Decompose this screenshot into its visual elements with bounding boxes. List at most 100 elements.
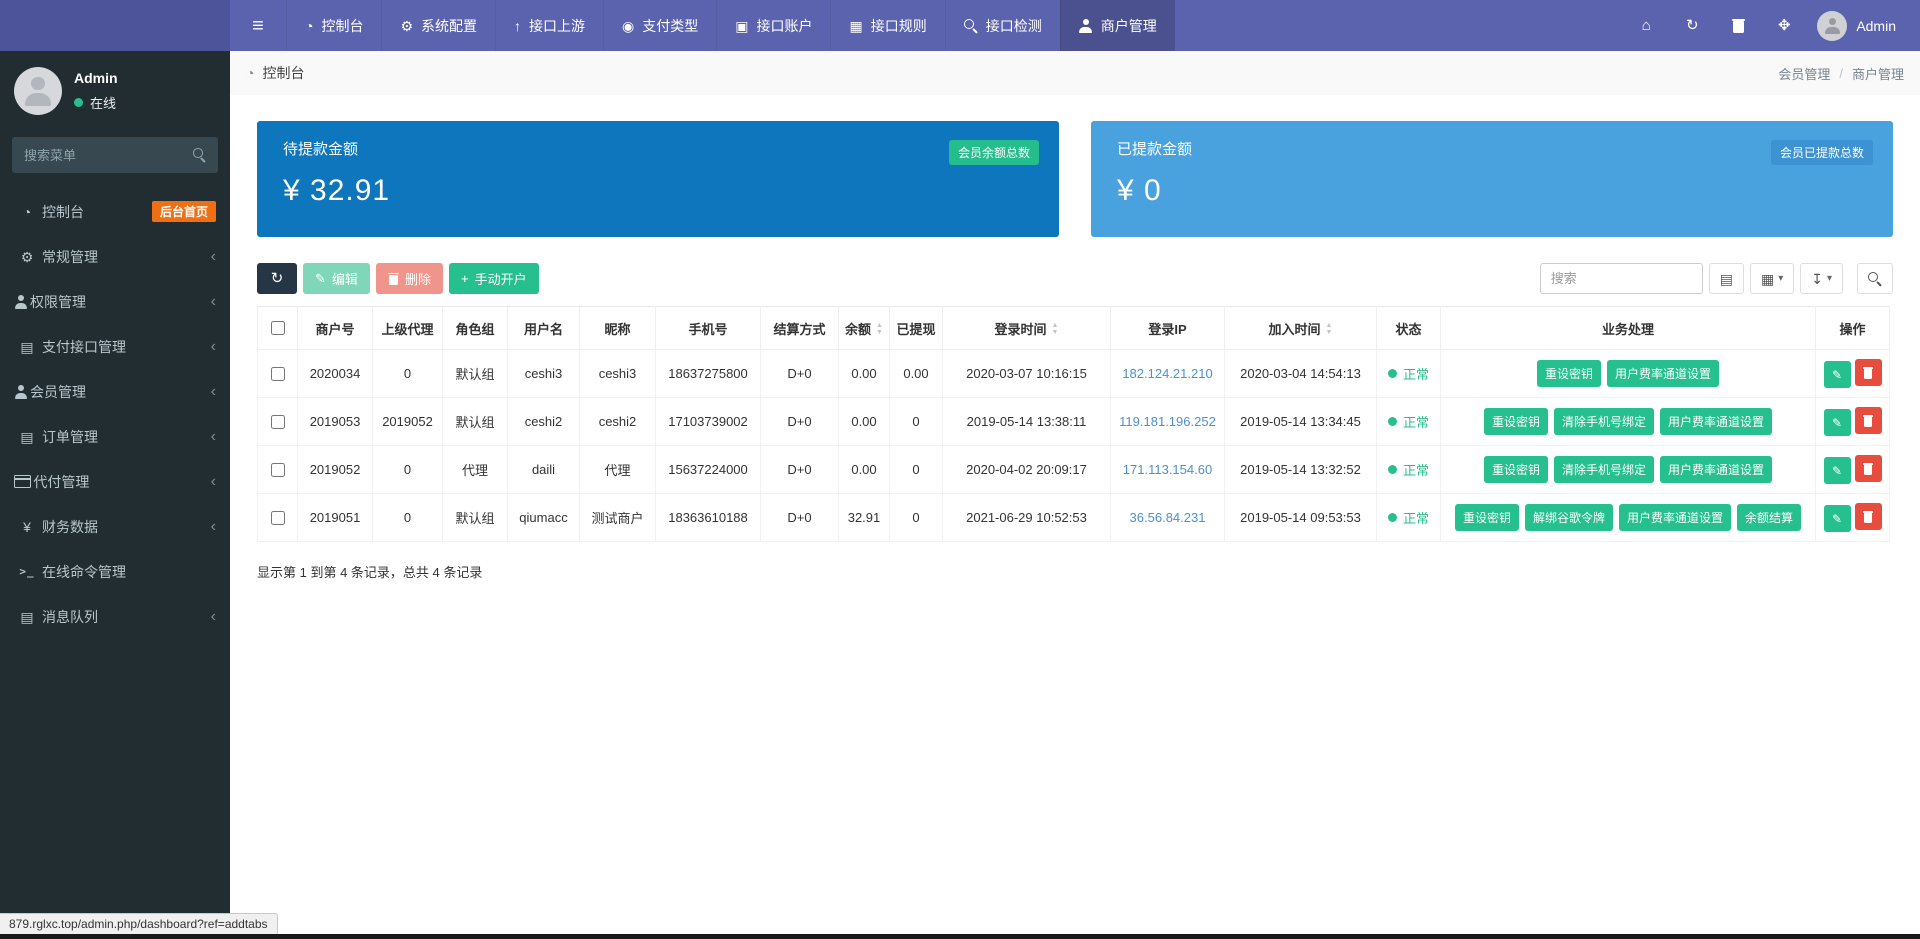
sidebar-item-9[interactable]: >_在线命令管理 bbox=[0, 549, 230, 594]
export-button[interactable]: ↧▾ bbox=[1800, 263, 1843, 294]
biz-action-button[interactable]: 清除手机号绑定 bbox=[1554, 456, 1654, 483]
row-checkbox[interactable] bbox=[271, 463, 285, 477]
biz-action-button[interactable]: 重设密钥 bbox=[1455, 504, 1519, 531]
edit-button[interactable]: ✎编辑 bbox=[303, 263, 370, 294]
edit-row-button[interactable]: ✎ bbox=[1824, 505, 1851, 532]
login-ip-link[interactable]: 171.113.154.60 bbox=[1123, 462, 1212, 477]
nav-tab-7[interactable]: 接口检测 bbox=[945, 0, 1060, 51]
sidebar-item-label: 常规管理 bbox=[42, 247, 211, 267]
biz-action-button[interactable]: 用户费率通道设置 bbox=[1619, 504, 1731, 531]
columns-button[interactable]: ▦▾ bbox=[1750, 263, 1794, 294]
edit-row-button[interactable]: ✎ bbox=[1824, 361, 1851, 388]
cell-check bbox=[258, 446, 298, 494]
toolbar-left: ↻ ✎编辑 删除 +手动开户 bbox=[257, 263, 539, 294]
cell-role_group: 默认组 bbox=[443, 494, 508, 542]
fullscreen-button[interactable]: ✥ bbox=[1761, 0, 1807, 51]
dashboard-icon: ◔ bbox=[246, 66, 254, 80]
orders-icon: ▤ bbox=[14, 430, 40, 444]
table-row: 20190520代理daili代理15637224000D+00.0002020… bbox=[258, 446, 1890, 494]
breadcrumb-separator: / bbox=[1839, 66, 1843, 81]
col-header-phone: 手机号 bbox=[656, 307, 761, 350]
select-all-checkbox[interactable] bbox=[271, 321, 285, 335]
sidebar-item-8[interactable]: ¥财务数据‹ bbox=[0, 504, 230, 549]
nav-tab-8[interactable]: 商户管理 bbox=[1060, 0, 1175, 51]
col-header-balance[interactable]: 余额▲▼ bbox=[839, 307, 890, 350]
delete-row-button[interactable] bbox=[1855, 359, 1882, 386]
edit-row-button[interactable]: ✎ bbox=[1824, 409, 1851, 436]
biz-action-button[interactable]: 清除手机号绑定 bbox=[1554, 408, 1654, 435]
sidebar-item-2[interactable]: ⚙常规管理‹ bbox=[0, 234, 230, 279]
login-ip-link[interactable]: 182.124.21.210 bbox=[1122, 366, 1212, 381]
biz-action-button[interactable]: 解绑谷歌令牌 bbox=[1525, 504, 1613, 531]
toggle-view-button[interactable]: ▤ bbox=[1709, 263, 1744, 294]
cell-status: 正常 bbox=[1377, 494, 1441, 542]
status-dot-icon bbox=[1388, 513, 1397, 522]
biz-action-button[interactable]: 用户费率通道设置 bbox=[1660, 456, 1772, 483]
biz-action-button[interactable]: 用户费率通道设置 bbox=[1660, 408, 1772, 435]
avatar bbox=[14, 67, 62, 115]
refresh-button[interactable]: ↻ bbox=[257, 263, 297, 294]
stat-card-value: ¥ 32.91 bbox=[283, 174, 1033, 208]
admin-app: ≡ ◔控制台⚙系统配置↑接口上游◉支付类型▣接口账户▦接口规则接口检测商户管理 … bbox=[0, 0, 1920, 939]
breadcrumb: ◔ 控制台 bbox=[246, 63, 304, 83]
col-header-login_time[interactable]: 登录时间▲▼ bbox=[943, 307, 1111, 350]
table-container: 商户号上级代理角色组用户名昵称手机号结算方式余额▲▼已提现登录时间▲▼登录IP加… bbox=[230, 294, 1920, 542]
sidebar-item-5[interactable]: 会员管理‹ bbox=[0, 369, 230, 414]
menu-toggle-button[interactable]: ≡ bbox=[230, 0, 286, 51]
table-row: 20190510默认组qiumacc测试商户18363610188D+032.9… bbox=[258, 494, 1890, 542]
nav-tab-6[interactable]: ▦接口规则 bbox=[830, 0, 944, 51]
col-header-role_group: 角色组 bbox=[443, 307, 508, 350]
nav-tab-2[interactable]: ⚙系统配置 bbox=[381, 0, 495, 51]
nav-tab-3[interactable]: ↑接口上游 bbox=[495, 0, 603, 51]
cell-login_ip: 171.113.154.60 bbox=[1111, 446, 1225, 494]
biz-action-button[interactable]: 重设密钥 bbox=[1484, 456, 1548, 483]
table-search-input[interactable] bbox=[1540, 263, 1703, 294]
cell-status: 正常 bbox=[1377, 398, 1441, 446]
avatar bbox=[1817, 11, 1847, 41]
manual-open-account-button[interactable]: +手动开户 bbox=[449, 263, 539, 294]
yen-icon: ¥ bbox=[14, 520, 40, 534]
biz-action-button[interactable]: 用户费率通道设置 bbox=[1607, 360, 1719, 387]
row-checkbox[interactable] bbox=[271, 511, 285, 525]
menu-search-input[interactable] bbox=[12, 137, 218, 173]
sidebar-item-4[interactable]: ▤支付接口管理‹ bbox=[0, 324, 230, 369]
delete-row-button[interactable] bbox=[1855, 407, 1882, 434]
trash-icon bbox=[1863, 415, 1873, 427]
biz-action-button[interactable]: 重设密钥 bbox=[1484, 408, 1548, 435]
users-icon bbox=[14, 295, 28, 309]
home-button[interactable]: ⌂ bbox=[1623, 0, 1669, 51]
sidebar: Admin 在线 ◔控制台后台首页⚙常规管理‹权限管理‹▤支付接口管理‹会员管理… bbox=[0, 51, 230, 939]
row-checkbox[interactable] bbox=[271, 367, 285, 381]
search-toggle-button[interactable] bbox=[1857, 263, 1893, 294]
delete-row-button[interactable] bbox=[1855, 503, 1882, 530]
sidebar-item-10[interactable]: ▤消息队列‹ bbox=[0, 594, 230, 639]
col-header-join_time[interactable]: 加入时间▲▼ bbox=[1225, 307, 1377, 350]
sidebar-item-1[interactable]: ◔控制台后台首页 bbox=[0, 189, 230, 234]
sidebar-item-3[interactable]: 权限管理‹ bbox=[0, 279, 230, 324]
sidebar-user-panel: Admin 在线 bbox=[0, 51, 230, 127]
biz-action-button[interactable]: 重设密钥 bbox=[1537, 360, 1601, 387]
arrow-up-icon: ↑ bbox=[514, 19, 521, 33]
sort-icon: ▲▼ bbox=[1052, 322, 1059, 337]
biz-action-button[interactable]: 余额结算 bbox=[1737, 504, 1801, 531]
login-ip-link[interactable]: 119.181.196.252 bbox=[1119, 414, 1216, 429]
trash-button[interactable] bbox=[1715, 0, 1761, 51]
terminal-icon: >_ bbox=[14, 566, 40, 577]
cell-settlement: D+0 bbox=[761, 398, 839, 446]
edit-row-button[interactable]: ✎ bbox=[1824, 457, 1851, 484]
nav-tab-5[interactable]: ▣接口账户 bbox=[716, 0, 830, 51]
stat-card-value: ¥ 0 bbox=[1117, 174, 1867, 208]
id-card-icon: ▣ bbox=[735, 19, 748, 33]
nav-tab-1[interactable]: ◔控制台 bbox=[286, 0, 381, 51]
delete-row-button[interactable] bbox=[1855, 455, 1882, 482]
sidebar-item-7[interactable]: 代付管理‹ bbox=[0, 459, 230, 504]
user-menu[interactable]: Admin bbox=[1807, 0, 1920, 51]
nav-tab-4[interactable]: ◉支付类型 bbox=[603, 0, 716, 51]
delete-button[interactable]: 删除 bbox=[376, 263, 443, 294]
row-checkbox[interactable] bbox=[271, 415, 285, 429]
refresh-button[interactable]: ↻ bbox=[1669, 0, 1715, 51]
status-badge: 正常 bbox=[1388, 364, 1429, 383]
login-ip-link[interactable]: 36.56.84.231 bbox=[1130, 510, 1206, 525]
cell-nickname: ceshi3 bbox=[580, 350, 656, 398]
sidebar-item-6[interactable]: ▤订单管理‹ bbox=[0, 414, 230, 459]
